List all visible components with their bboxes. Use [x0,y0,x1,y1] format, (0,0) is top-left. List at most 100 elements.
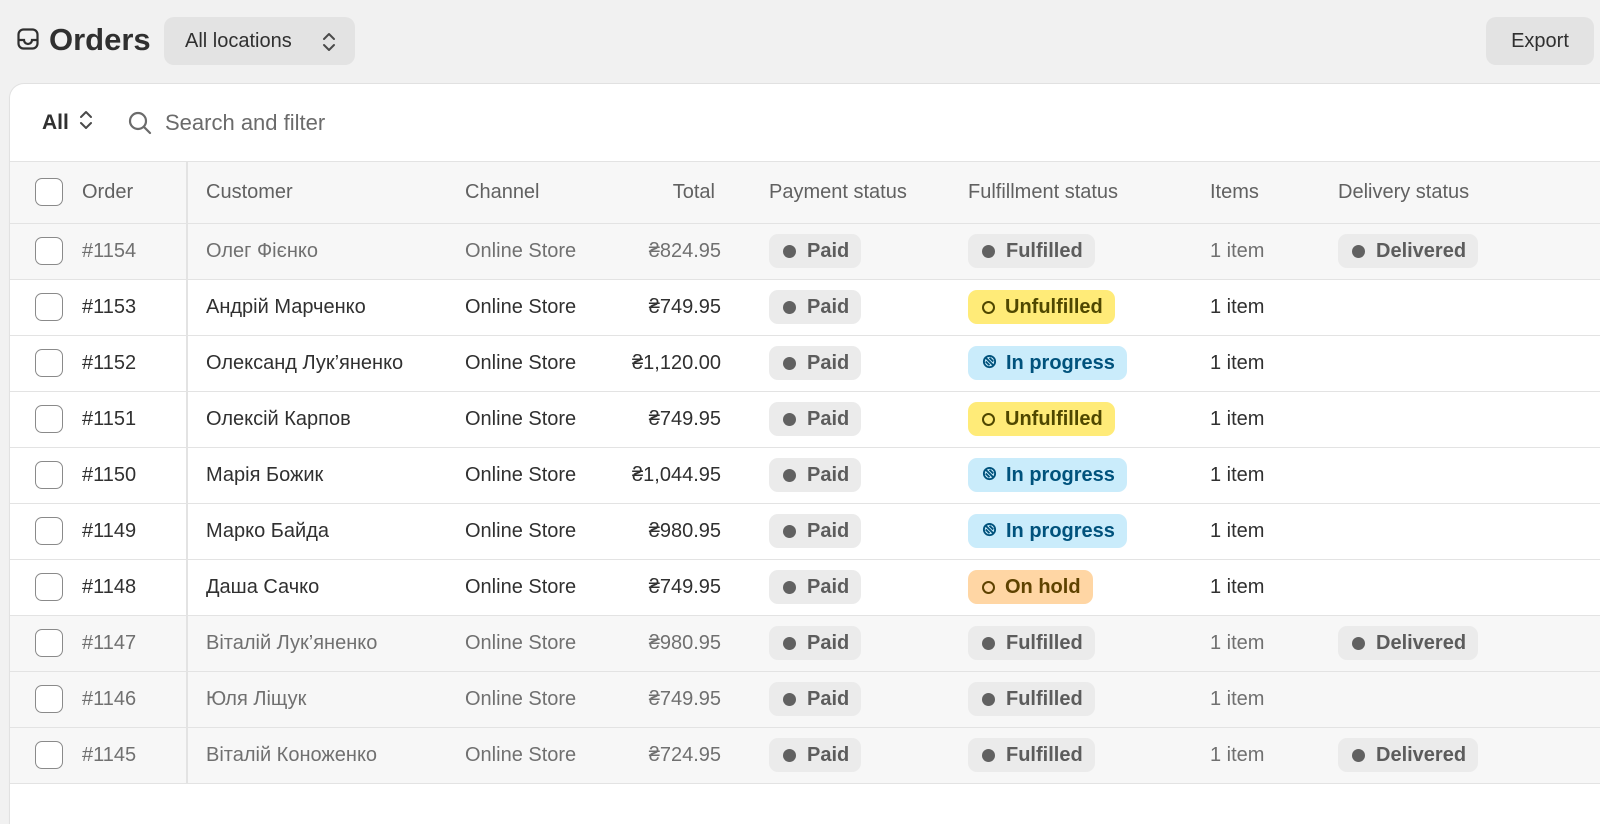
row-checkbox[interactable] [35,461,63,489]
item-count: 1 item [1210,687,1265,710]
order-number[interactable]: #1150 [82,447,188,503]
payment-status-badge: Paid [769,458,862,492]
item-count: 1 item [1210,407,1265,430]
row-select-cell [10,447,82,503]
row-checkbox[interactable] [35,517,63,545]
column-header-channel[interactable]: Channel [465,162,601,224]
row-checkbox[interactable] [35,405,63,433]
order-number[interactable]: #1153 [82,279,188,335]
table-row[interactable]: #1153 Андрій Марченко Online Store ₴749.95 P… [10,279,1600,335]
order-number[interactable]: #1147 [82,615,188,671]
item-count: 1 item [1210,519,1265,542]
customer-name: Марко Байда [206,519,329,542]
order-total: ₴980.95 [648,519,721,542]
status-dot-icon [1352,636,1365,650]
order-number[interactable]: #1149 [82,503,188,559]
delivery-status-cell [1338,671,1600,727]
status-ring-icon [982,300,995,314]
status-dot-icon [783,356,796,370]
row-checkbox[interactable] [35,573,63,601]
table-row[interactable]: #1150 Марія Божик Online Store ₴1,044.95 Pai… [10,447,1600,503]
order-number[interactable]: #1154 [82,223,188,279]
location-selector[interactable]: All locations [164,17,355,65]
table-row[interactable]: #1145 Віталій Коноженко Online Store ₴724.9… [10,727,1600,783]
row-select-cell [10,727,82,783]
table-row[interactable]: #1149 Марко Байда Online Store ₴980.95 Paid I… [10,503,1600,559]
row-checkbox[interactable] [35,349,63,377]
select-all-cell [10,162,82,224]
column-header-fulfillment-status[interactable]: Fulfillment status [968,162,1210,224]
row-checkbox[interactable] [35,685,63,713]
row-checkbox[interactable] [35,237,63,265]
table-row[interactable]: #1146 Юля Ліщук Online Store ₴749.95 Paid Ful… [10,671,1600,727]
column-header-order[interactable]: Order [82,162,188,224]
row-checkbox[interactable] [35,741,63,769]
table-row[interactable]: #1151 Олексій Карпов Online Store ₴749.95 Pa… [10,391,1600,447]
sales-channel: Online Store [465,519,577,542]
payment-status-badge: Paid [769,514,862,548]
item-count: 1 item [1210,463,1265,486]
fulfillment-status-label: Fulfilled [1006,687,1083,710]
delivery-status-label: Delivered [1376,631,1467,654]
payment-status-label: Paid [807,407,850,430]
order-total: ₴1,044.95 [632,463,721,486]
table-row[interactable]: #1148 Даша Сачко Online Store ₴749.95 Paid On… [10,559,1600,615]
row-select-cell [10,391,82,447]
view-selector[interactable]: All [42,107,93,139]
delivery-status-label: Delivered [1376,239,1467,262]
sales-channel: Online Store [465,407,577,430]
row-checkbox[interactable] [35,293,63,321]
delivery-status-cell: Delivered [1338,727,1600,783]
fulfillment-status-badge: Fulfilled [968,234,1095,268]
fulfillment-status-badge: Fulfilled [968,738,1095,772]
page-title: Orders [49,22,151,57]
column-header-delivery-status[interactable]: Delivery status [1338,162,1600,224]
column-header-items[interactable]: Items [1210,162,1338,224]
status-dot-icon [783,748,796,762]
export-button[interactable]: Export [1486,17,1594,65]
delivery-status-cell [1338,559,1600,615]
payment-status-cell: Paid [721,503,968,559]
table-row[interactable]: #1147 Віталій Лук’яненко Online Store ₴980.… [10,615,1600,671]
select-all-checkbox[interactable] [35,178,63,207]
order-number[interactable]: #1146 [82,671,188,727]
column-header-customer[interactable]: Customer [187,162,465,224]
column-header-total[interactable]: Total [601,162,721,224]
fulfillment-status-label: Fulfilled [1006,631,1083,654]
table-row[interactable]: #1154 Олег Фієнко Online Store ₴824.95 Paid F… [10,223,1600,279]
order-total: ₴1,120.00 [632,351,721,374]
sales-channel: Online Store [465,463,577,486]
fulfillment-status-badge: Unfulfilled [968,402,1115,436]
search-input[interactable] [165,104,865,142]
order-number[interactable]: #1145 [82,727,188,783]
fulfillment-status-label: On hold [1005,575,1081,598]
sales-channel: Online Store [465,575,577,598]
order-number[interactable]: #1152 [82,335,188,391]
column-header-payment-status[interactable]: Payment status [721,162,968,224]
row-select-cell [10,671,82,727]
order-number[interactable]: #1148 [82,559,188,615]
fulfillment-status-cell: In progress [968,503,1210,559]
payment-status-badge: Paid [769,346,862,380]
row-select-cell [10,559,82,615]
fulfillment-status-badge: Unfulfilled [968,290,1115,324]
row-checkbox[interactable] [35,629,63,657]
status-ring-icon [982,412,995,426]
order-total: ₴980.95 [648,631,721,654]
row-select-cell [10,223,82,279]
order-number[interactable]: #1151 [82,391,188,447]
delivery-status-badge: Delivered [1338,234,1479,268]
payment-status-badge: Paid [769,402,862,436]
payment-status-cell: Paid [721,447,968,503]
status-dot-icon [982,748,995,762]
status-dot-icon [783,300,796,314]
row-select-cell [10,503,82,559]
item-count: 1 item [1210,743,1265,766]
payment-status-cell: Paid [721,615,968,671]
fulfillment-status-badge: Fulfilled [968,626,1095,660]
fulfillment-status-badge: On hold [968,570,1093,604]
delivery-status-cell [1338,279,1600,335]
table-row[interactable]: #1152 Олександ Лук’яненко Online Store ₴1,1… [10,335,1600,391]
payment-status-label: Paid [807,631,850,654]
search-icon [127,110,153,141]
